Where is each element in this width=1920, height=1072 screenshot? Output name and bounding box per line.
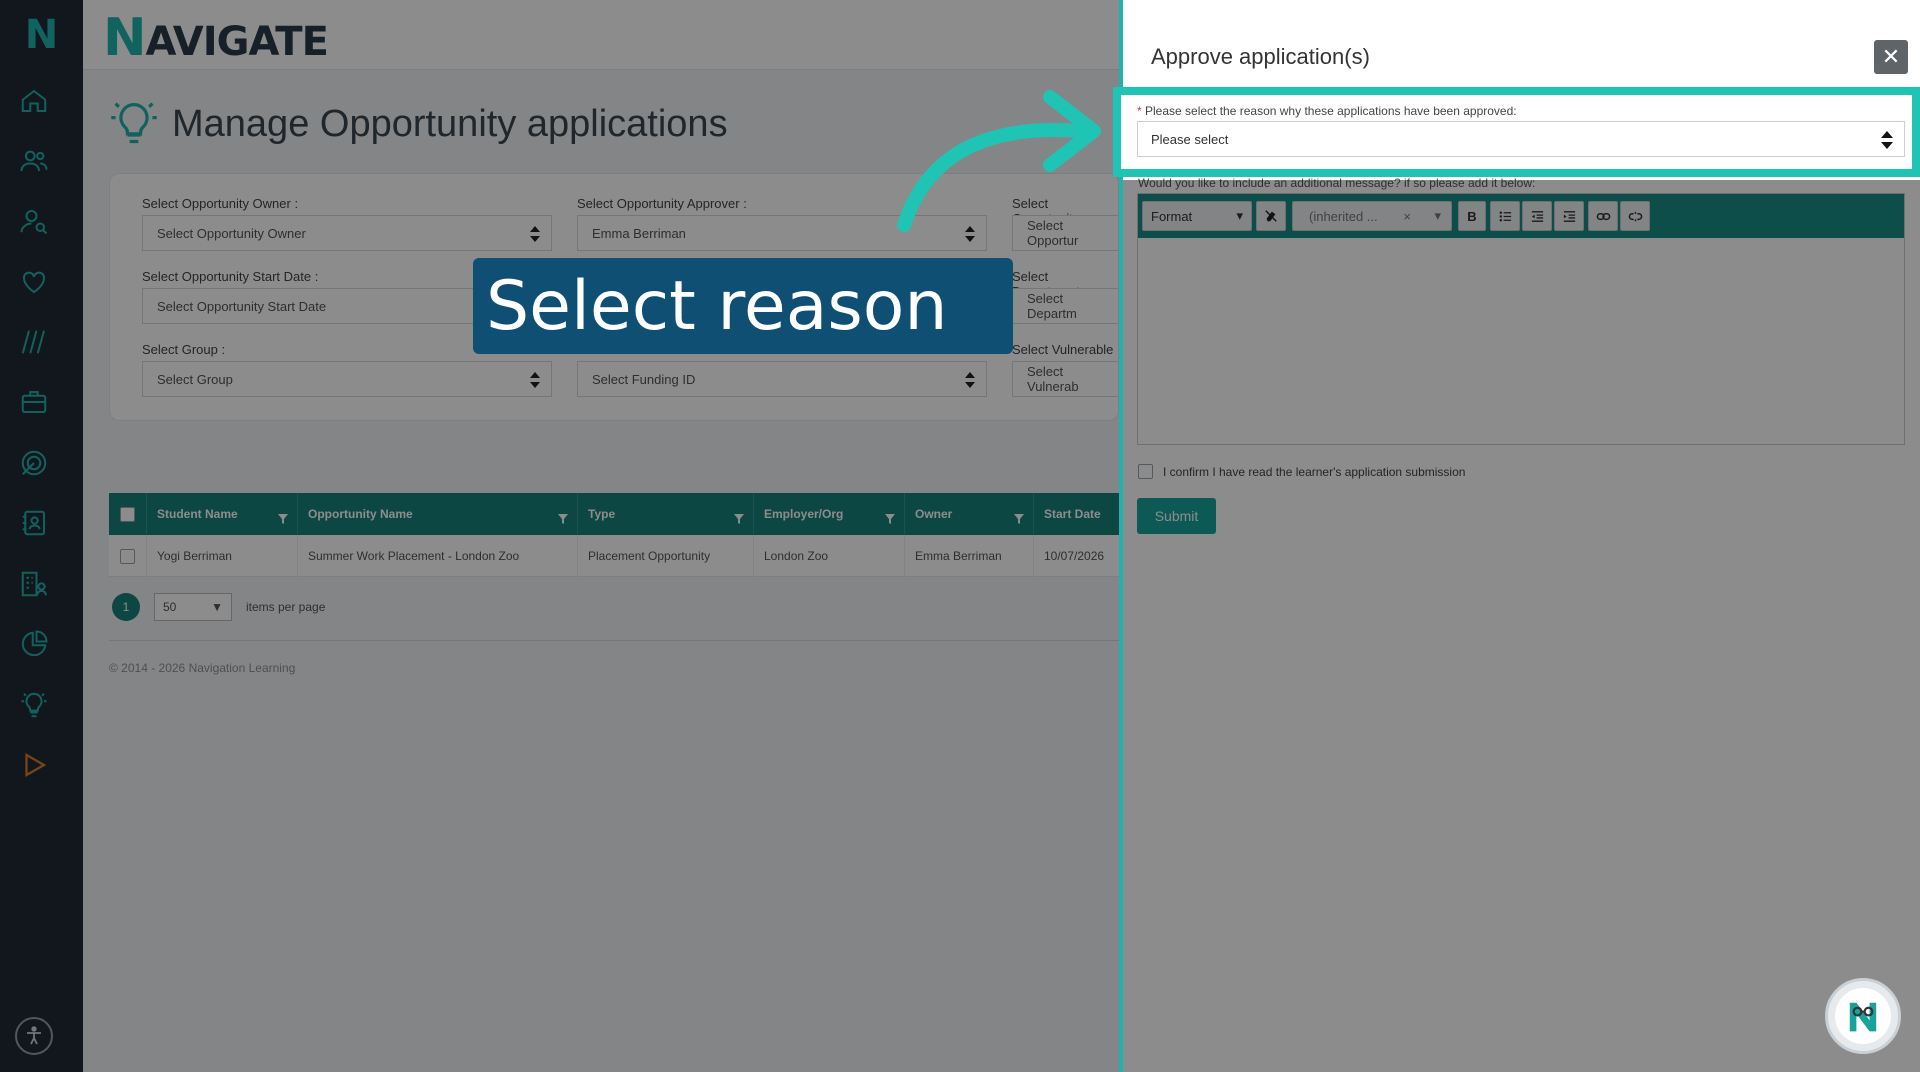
tutorial-arrow (897, 90, 1101, 232)
drawer-dim-overlay (1123, 180, 1920, 1072)
reason-select[interactable]: Please select (1137, 121, 1905, 157)
tutorial-callout: Select reason (473, 258, 1013, 354)
assistant-avatar-icon (1835, 988, 1891, 1044)
chat-assistant-button[interactable] (1825, 978, 1901, 1054)
reason-label: * Please select the reason why these app… (1137, 104, 1517, 118)
required-marker: * (1137, 104, 1142, 118)
close-button[interactable]: ✕ (1874, 40, 1908, 74)
sort-arrows-icon (1881, 131, 1893, 149)
drawer-title: Approve application(s) (1151, 44, 1370, 69)
